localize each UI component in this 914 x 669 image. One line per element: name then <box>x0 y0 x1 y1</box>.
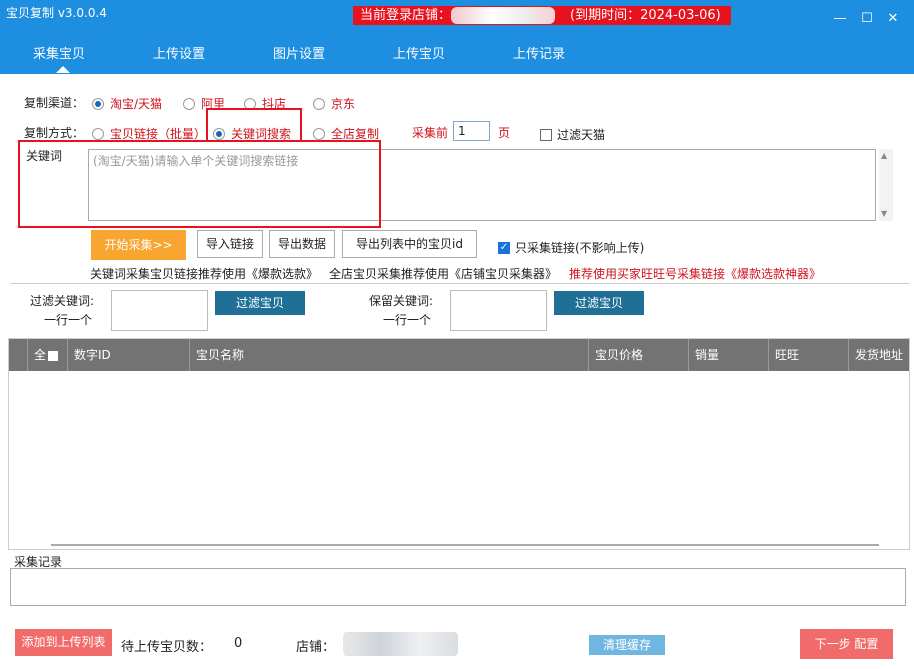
items-table: 全 数字ID 宝贝名称 宝贝价格 销量 旺旺 发货地址 <box>8 338 910 550</box>
pages-input[interactable]: 1 <box>453 121 490 141</box>
active-tab-indicator <box>56 66 70 73</box>
table-horizontal-scrollbar[interactable] <box>51 544 879 546</box>
mode-label: 复制方式： <box>24 126 85 140</box>
col-ship-address[interactable]: 发货地址 <box>848 339 909 371</box>
shop-name-redacted <box>451 7 555 24</box>
maximize-icon[interactable]: ☐ <box>860 12 874 26</box>
import-links-button[interactable]: 导入链接 <box>197 230 263 258</box>
title-bar: 宝贝复制 v3.0.0.4 当前登录店铺： (到期时间：2024-03-06) … <box>0 0 914 38</box>
clear-cache-button[interactable]: 清理缓存 <box>589 635 665 655</box>
tab-upload-settings[interactable]: 上传设置 <box>153 43 205 62</box>
radio-label: 京东 <box>331 97 356 111</box>
shop-label: 店铺： <box>296 640 336 655</box>
radio-label: 淘宝/天猫 <box>110 97 163 111</box>
tab-upload-records[interactable]: 上传记录 <box>513 43 565 62</box>
filter-tmall-checkbox[interactable]: 过滤天猫 <box>540 126 605 143</box>
checkbox-icon <box>540 128 552 141</box>
checkbox-label: 只采集链接(不影响上传) <box>515 241 645 255</box>
col-sales[interactable]: 销量 <box>688 339 768 371</box>
highlight-keyword-search <box>206 108 302 142</box>
keep-keywords-input[interactable] <box>450 290 547 331</box>
expire-date-label: (到期时间：2024-03-06) <box>570 8 721 23</box>
pending-count-value: 0 <box>234 636 243 651</box>
next-step-button[interactable]: 下一步 配置 <box>800 629 893 659</box>
channel-label: 复制渠道： <box>24 96 85 110</box>
radio-icon <box>183 97 195 110</box>
radio-icon <box>313 97 325 110</box>
add-to-upload-button[interactable]: 添加到上传列表 <box>15 629 112 656</box>
channel-radio-jd[interactable]: 京东 <box>313 95 355 112</box>
filter-keyword-label: 过滤关键词: <box>30 294 95 308</box>
channel-radio-taobao[interactable]: 淘宝/天猫 <box>92 95 162 112</box>
col-label: 全 <box>34 348 47 362</box>
col-numeric-id[interactable]: 数字ID <box>67 339 189 371</box>
scroll-down-icon[interactable]: ▼ <box>881 209 887 218</box>
radio-icon <box>92 127 104 140</box>
scroll-up-icon[interactable]: ▲ <box>881 151 887 160</box>
login-shop-label: 当前登录店铺： <box>360 8 452 23</box>
keyword-scrollbar[interactable]: ▲ ▼ <box>879 149 893 221</box>
minimize-icon[interactable]: — <box>833 12 847 26</box>
col-price[interactable]: 宝贝价格 <box>588 339 688 371</box>
hint-recommend: 推荐使用买家旺旺号采集链接《爆款选款神器》 <box>569 267 822 281</box>
pages-prefix-label: 采集前 <box>412 126 449 140</box>
tab-collect[interactable]: 采集宝贝 <box>33 43 85 62</box>
col-select-all[interactable]: 全 <box>27 339 67 371</box>
checkbox-checked-icon: ✓ <box>498 241 510 254</box>
pages-suffix-label: 页 <box>498 126 511 140</box>
login-info-banner: 当前登录店铺： (到期时间：2024-03-06) <box>353 6 731 25</box>
main-tabs: 采集宝贝 上传设置 图片设置 上传宝贝 上传记录 <box>0 38 914 74</box>
table-header: 全 数字ID 宝贝名称 宝贝价格 销量 旺旺 发货地址 <box>9 339 909 371</box>
pending-count-label: 待上传宝贝数： <box>121 640 213 655</box>
hint-whole-shop: 全店宝贝采集推荐使用《店铺宝贝采集器》 <box>329 267 558 281</box>
col-item-name[interactable]: 宝贝名称 <box>189 339 588 371</box>
checkbox-label: 过滤天猫 <box>557 128 606 142</box>
keep-keyword-hint: 一行一个 <box>383 313 432 327</box>
highlight-keyword-area <box>18 140 381 228</box>
filter-items-button[interactable]: 过滤宝贝 <box>215 291 305 315</box>
radio-icon <box>313 127 325 140</box>
log-output <box>10 568 906 606</box>
export-ids-button[interactable]: 导出列表中的宝贝id <box>342 230 477 258</box>
select-all-checkbox-icon[interactable] <box>48 350 59 361</box>
filter-keywords-input[interactable] <box>111 290 208 331</box>
start-collect-button[interactable]: 开始采集>> <box>91 230 186 260</box>
export-data-button[interactable]: 导出数据 <box>269 230 335 258</box>
filter-keyword-hint: 一行一个 <box>44 313 93 327</box>
only-links-checkbox[interactable]: ✓ 只采集链接(不影响上传) <box>498 239 644 256</box>
hint-keyword: 关键词采集宝贝链接推荐使用《爆款选款》 <box>90 267 319 281</box>
close-icon[interactable]: ✕ <box>886 12 900 26</box>
shop-name-redacted <box>343 632 458 656</box>
col-wangwang[interactable]: 旺旺 <box>768 339 848 371</box>
tab-image-settings[interactable]: 图片设置 <box>273 43 325 62</box>
radio-selected-icon <box>92 97 104 110</box>
tab-upload-items[interactable]: 上传宝贝 <box>393 43 445 62</box>
keep-keyword-label: 保留关键词: <box>369 294 434 308</box>
keep-items-button[interactable]: 过滤宝贝 <box>554 291 644 315</box>
app-title: 宝贝复制 v3.0.0.4 <box>6 6 107 20</box>
